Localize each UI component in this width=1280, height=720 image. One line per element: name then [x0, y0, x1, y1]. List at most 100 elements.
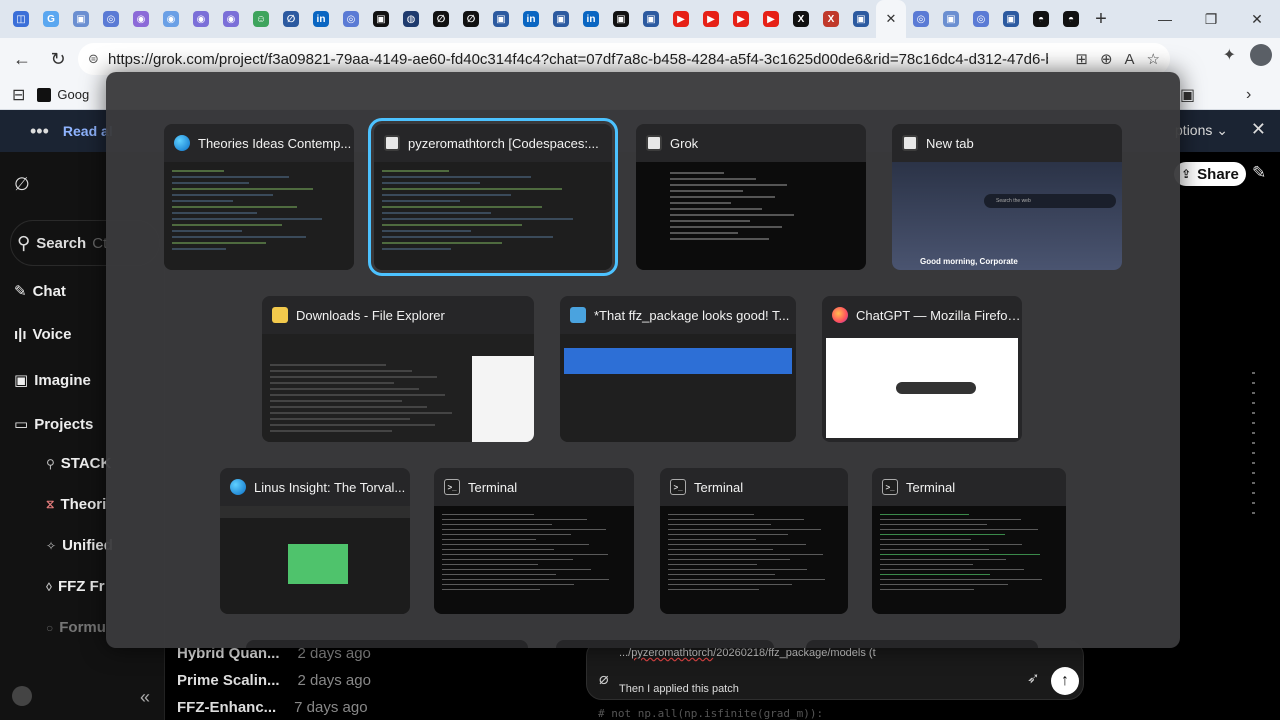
sidebar-project-item[interactable]: ⚲ STACK [46, 455, 111, 472]
browser-tab[interactable]: ∅ [456, 0, 486, 38]
sidebar-project-item[interactable]: ○ Formu [46, 619, 106, 636]
browser-tab[interactable]: ▣ [846, 0, 876, 38]
browser-tab[interactable]: ▶ [666, 0, 696, 38]
browser-tab[interactable]: in [576, 0, 606, 38]
sidebar-project-item[interactable]: ⧖ Theori [46, 496, 106, 513]
window-card[interactable]: ChatGPT — Mozilla Firefox... [822, 296, 1022, 442]
project-label: Formu [59, 619, 106, 636]
window-card[interactable]: >_ Terminal [872, 468, 1066, 614]
bookmark-item[interactable]: Goog [37, 87, 89, 102]
window-card[interactable]: Theories Ideas Contemp... [164, 124, 354, 270]
voice-options-dropdown[interactable]: ptions ⌄ [1175, 122, 1228, 139]
browser-tab[interactable]: ◎ [336, 0, 366, 38]
window-card[interactable]: *That ffz_package looks good! T... [560, 296, 796, 442]
sidebar-item-projects[interactable]: ▭ Projects [14, 415, 93, 434]
browser-tab[interactable]: ☺ [246, 0, 276, 38]
new-tab-button[interactable]: + [1086, 0, 1116, 38]
browser-tab[interactable]: ◉ [186, 0, 216, 38]
avatar[interactable] [12, 686, 32, 706]
window-card[interactable]: Downloads - File Explorer [262, 296, 534, 442]
browser-tab[interactable]: X [786, 0, 816, 38]
browser-tab[interactable]: ◍ [396, 0, 426, 38]
browser-tab[interactable]: ▣ [366, 0, 396, 38]
back-icon[interactable]: ← [4, 41, 40, 77]
window-card[interactable]: Grok [636, 124, 866, 270]
sidebar-project-item[interactable]: ◊ FFZ Fr [46, 578, 105, 595]
extensions-icon[interactable]: ✦ [1223, 45, 1236, 65]
browser-tab[interactable]: in [516, 0, 546, 38]
sidebar-item-voice[interactable]: ı|ı Voice [14, 326, 71, 343]
favorite-star-icon[interactable]: ☆ [1147, 50, 1160, 68]
chevron-right-icon[interactable]: › [1246, 86, 1251, 104]
browser-tab[interactable]: ∅ [276, 0, 306, 38]
browser-tab[interactable]: ▣ [486, 0, 516, 38]
zoom-icon[interactable]: ⊕ [1100, 50, 1113, 68]
browser-tab[interactable]: ▣ [66, 0, 96, 38]
browser-tab[interactable]: ∅ [426, 0, 456, 38]
read-aloud-icon[interactable]: A [1125, 51, 1135, 68]
window-title-bar: pyzeromathtorch [Codespaces:... [374, 124, 612, 162]
browser-tab[interactable]: ◫ [6, 0, 36, 38]
profile-avatar[interactable] [1250, 44, 1272, 66]
browser-tab[interactable]: ▣ [996, 0, 1026, 38]
site-info-icon[interactable]: ⊜ [88, 51, 108, 67]
browser-tab[interactable]: ◓ [1026, 0, 1056, 38]
window-card-partial[interactable] [556, 640, 774, 648]
recent-chat-item[interactable]: FFZ-Enhanc... 7 days ago [177, 699, 368, 716]
share-button[interactable]: ⇪ Share [1174, 162, 1246, 186]
composer-message[interactable]: Then I applied this patch [619, 683, 739, 695]
minimize-icon[interactable]: — [1142, 0, 1188, 38]
collapse-sidebar-icon[interactable]: « [140, 687, 150, 708]
send-button[interactable]: ↑ [1051, 667, 1079, 695]
window-card-partial[interactable] [246, 640, 528, 648]
window-card-partial[interactable] [806, 640, 1038, 648]
browser-tab[interactable]: ◎ [906, 0, 936, 38]
window-card[interactable]: New tab Search the web Good morning, Corpo… [892, 124, 1122, 270]
close-tab-icon[interactable]: ✕ [886, 11, 897, 27]
refresh-icon[interactable]: ↻ [40, 41, 76, 77]
bookmark-folder-icon[interactable]: ▣ [1180, 85, 1195, 105]
message-composer[interactable]: .../pyzeromathtorch/20260218/ffz_package… [586, 640, 1084, 700]
close-window-icon[interactable]: ✕ [1234, 0, 1280, 38]
sidebar-item-chat[interactable]: ✎ Chat [14, 282, 66, 301]
close-read-aloud-icon[interactable]: ✕ [1251, 119, 1266, 140]
window-card[interactable]: >_ Terminal [434, 468, 634, 614]
new-chat-icon[interactable]: ✎ [1252, 163, 1266, 183]
more-options-icon[interactable]: ••• [30, 121, 49, 142]
bookmark-favicon-icon [37, 87, 52, 102]
browser-tab[interactable]: ◓ [1056, 0, 1086, 38]
linkedin-tab-icon: in [523, 11, 539, 27]
window-card[interactable]: pyzeromathtorch [Codespaces:... [368, 118, 618, 276]
browser-tab[interactable]: ▶ [726, 0, 756, 38]
browser-tab[interactable]: ◎ [966, 0, 996, 38]
window-card[interactable]: Linus Insight: The Torval... [220, 468, 410, 614]
address-bar[interactable]: ⊜ https://grok.com/project/f3a09821-79aa… [78, 43, 1170, 75]
browser-tab[interactable]: G [36, 0, 66, 38]
model-rocket-icon[interactable]: ➶ [1027, 669, 1040, 687]
browser-tab[interactable]: ▶ [696, 0, 726, 38]
grok-logo-icon[interactable]: ∅ [14, 174, 30, 195]
newtab-search: Search the web [984, 194, 1116, 208]
active-tab[interactable]: ✕ [876, 0, 906, 38]
browser-tab[interactable]: ▣ [936, 0, 966, 38]
reading-mode-icon[interactable]: ⊟ [12, 85, 25, 105]
browser-tab[interactable]: ▣ [546, 0, 576, 38]
browser-tab[interactable]: in [306, 0, 336, 38]
browser-tab[interactable]: X [816, 0, 846, 38]
browser-tab[interactable]: ▶ [756, 0, 786, 38]
browser-tab[interactable]: ▣ [606, 0, 636, 38]
browser-tab[interactable]: ◉ [126, 0, 156, 38]
app-available-icon[interactable]: ⊞ [1075, 50, 1088, 68]
browser-tab[interactable]: ◎ [96, 0, 126, 38]
scroll-minimap[interactable] [1252, 372, 1255, 522]
restore-icon[interactable]: ❐ [1188, 0, 1234, 38]
sidebar-item-imagine[interactable]: ▣ Imagine [14, 371, 91, 390]
browser-tab[interactable]: ▣ [636, 0, 666, 38]
sidebar-project-item[interactable]: ✧ Unified [46, 537, 113, 554]
recent-chat-item[interactable]: Prime Scalin... 2 days ago [177, 672, 371, 689]
browser-tab[interactable]: ◉ [216, 0, 246, 38]
url-text[interactable]: https://grok.com/project/f3a09821-79aa-4… [108, 51, 1048, 68]
browser-tab[interactable]: ◉ [156, 0, 186, 38]
attach-icon[interactable]: ⌀ [599, 669, 609, 689]
window-card[interactable]: >_ Terminal [660, 468, 848, 614]
